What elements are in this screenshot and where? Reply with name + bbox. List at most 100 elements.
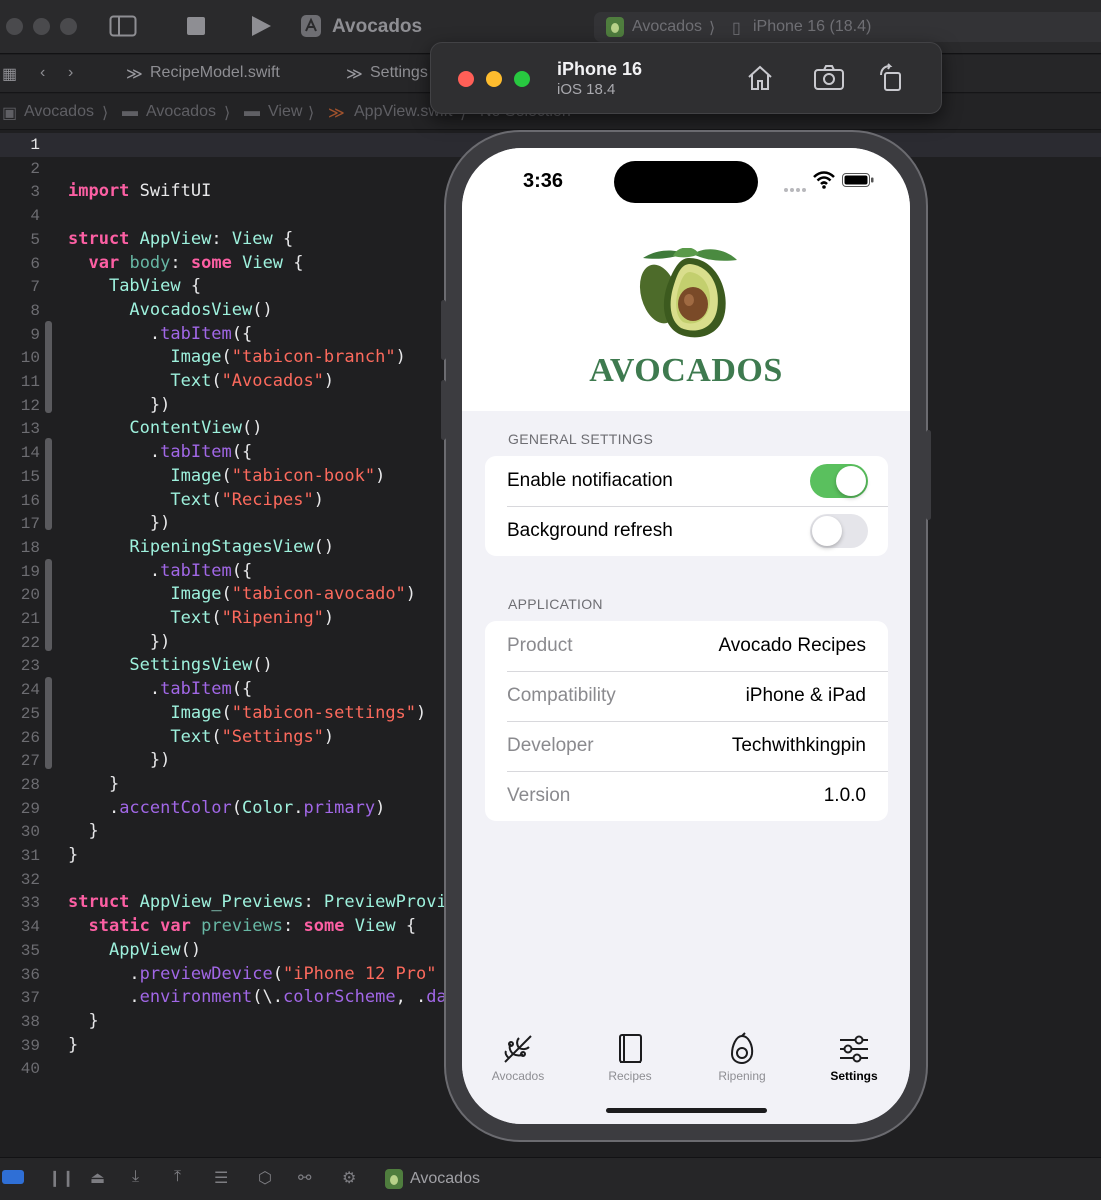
code-token: AppView	[139, 228, 212, 249]
change-bar	[45, 438, 52, 530]
settings-row: Enable notifiacation	[485, 456, 888, 506]
tab-ripening[interactable]: Ripening	[686, 1028, 798, 1088]
line-number: 2	[30, 159, 40, 178]
breadcrumb-separator: ⟩	[308, 105, 315, 122]
rotate-icon[interactable]	[877, 63, 907, 98]
settings-row-label: Enable notifiacation	[507, 470, 673, 491]
code-token: previewDevice	[139, 963, 273, 984]
clock: 3:36	[523, 170, 564, 192]
tab-avocados[interactable]: Avocados	[462, 1028, 574, 1088]
stop-icon[interactable]	[187, 17, 205, 40]
line-number: 14	[20, 444, 40, 463]
breadcrumb-project[interactable]: Avocados	[24, 103, 94, 121]
sim-close-button[interactable]	[458, 71, 474, 87]
code-line: }	[68, 845, 78, 865]
code-token: ({	[231, 679, 253, 700]
line-number: 25	[20, 704, 40, 723]
grid-icon[interactable]: ▦	[2, 64, 17, 84]
project-icon: ▣	[2, 105, 18, 122]
settings-toggle[interactable]	[810, 514, 868, 548]
code-token: struct	[68, 892, 130, 913]
scheme-app-icon	[606, 17, 624, 42]
environment-icon[interactable]: ⚯	[298, 1168, 311, 1188]
line-number: 33	[20, 894, 40, 913]
screenshot-camera-icon[interactable]	[813, 63, 845, 98]
info-row: Developer Techwithkingpin	[485, 721, 888, 771]
code-token: (	[221, 465, 232, 486]
tab-recipes[interactable]: Recipes	[574, 1028, 686, 1088]
code-line: RipeningStagesView()	[68, 537, 334, 557]
tab-recipe-model[interactable]: RecipeModel.swift	[150, 64, 280, 82]
tab-settings[interactable]: Settings	[798, 1028, 910, 1088]
run-icon[interactable]	[250, 15, 272, 42]
view-hierarchy-icon[interactable]: ☰	[214, 1168, 228, 1188]
window-close-button[interactable]	[6, 18, 23, 35]
line-number: 13	[20, 420, 40, 439]
line-number: 16	[20, 491, 40, 510]
window-minimize-button[interactable]	[33, 18, 50, 35]
code-line: Text("Ripening")	[68, 608, 334, 628]
dynamic-island	[614, 161, 758, 203]
toggle-knob	[812, 516, 842, 546]
simulator-os-version: iOS 18.4	[557, 81, 616, 98]
code-line: }	[68, 1011, 98, 1031]
status-scheme-label: Avocados	[410, 1170, 480, 1187]
line-number: 32	[20, 870, 40, 889]
change-bar	[45, 677, 52, 769]
code-token: ()	[252, 655, 273, 676]
code-token: SettingsView	[129, 655, 253, 676]
scheme-name: Avocados	[632, 18, 702, 35]
code-token: }	[68, 845, 79, 865]
settings-toggle[interactable]	[810, 464, 868, 498]
code-line: var body: some View {	[68, 252, 303, 273]
breadcrumb-group[interactable]: Avocados	[146, 103, 216, 121]
code-token: ContentView	[129, 418, 243, 439]
code-token: var	[88, 252, 120, 273]
tab-settings[interactable]: Settings	[370, 64, 428, 82]
forward-chevron-icon[interactable]: ›	[68, 64, 73, 82]
code-token: import	[68, 181, 130, 202]
code-token: ({	[231, 560, 253, 581]
code-line: .environment(\.colorScheme, .da	[68, 987, 446, 1007]
code-line: .tabItem({	[68, 442, 252, 462]
code-token: "Avocados"	[221, 371, 324, 391]
back-chevron-icon[interactable]: ‹	[40, 64, 45, 82]
code-line: Text("Avocados")	[68, 371, 334, 391]
code-token: )	[405, 584, 417, 605]
code-token: TabView	[108, 276, 181, 297]
home-icon[interactable]	[745, 63, 775, 98]
code-token: (	[211, 371, 222, 391]
info-row-value: iPhone & iPad	[745, 685, 866, 706]
signal-dots-icon	[784, 180, 806, 198]
wifi-icon	[813, 171, 835, 194]
code-token: tabItem	[160, 679, 232, 700]
step-out-icon[interactable]: ⤒	[174, 1168, 181, 1186]
window-zoom-button[interactable]	[60, 18, 77, 35]
line-number: 23	[20, 657, 40, 676]
step-over-icon[interactable]: ⏏	[90, 1168, 105, 1188]
step-in-icon[interactable]: ⤓	[132, 1168, 139, 1186]
code-token: AvocadosView	[129, 299, 253, 320]
location-icon[interactable]: ⚙	[342, 1168, 356, 1188]
general-settings-header: GENERAL SETTINGS	[508, 431, 654, 447]
code-token: var	[160, 916, 191, 937]
pause-icon[interactable]: ❙❙	[48, 1168, 75, 1188]
sim-zoom-button[interactable]	[514, 71, 530, 87]
sim-minimize-button[interactable]	[486, 71, 502, 87]
memory-graph-icon[interactable]: ⬡	[258, 1168, 272, 1188]
code-token: })	[68, 394, 171, 415]
debug-toggle-icon[interactable]	[2, 1170, 24, 1189]
sidebar-toggle-icon[interactable]	[109, 14, 137, 43]
breadcrumb-folder[interactable]: View	[268, 103, 302, 121]
code-token: {	[395, 916, 417, 937]
scheme-selector[interactable]: Avocados ⟩ ▯ iPhone 16 (18.4)	[594, 12, 1101, 42]
line-number: 7	[30, 278, 40, 297]
tab-label: Ripening	[718, 1069, 766, 1083]
